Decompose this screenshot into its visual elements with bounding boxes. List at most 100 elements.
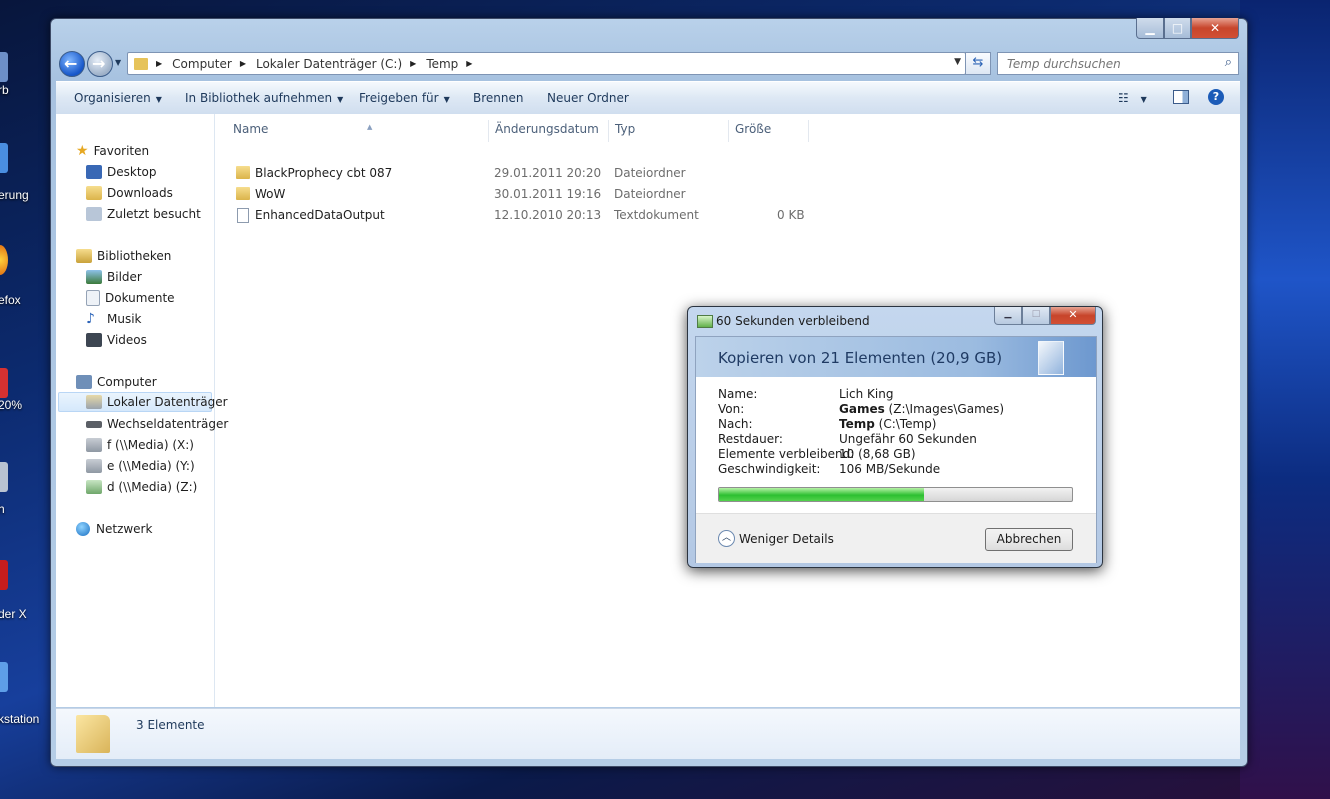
chevron-down-icon: ▼ [337, 95, 344, 104]
column-header-date[interactable]: Änderungsdatum [489, 120, 609, 142]
nav-label: Favoriten [93, 144, 150, 158]
items-left-label: Elemente verbleibend: [718, 447, 855, 461]
to-label: Nach: [718, 417, 753, 431]
nav-label: Desktop [107, 165, 157, 179]
nav-pictures[interactable]: Bilder [86, 267, 142, 287]
less-details-toggle[interactable]: ︿ Weniger Details [718, 530, 834, 547]
videos-icon [86, 333, 102, 347]
nav-drive-z[interactable]: d (\\Media) (Z:) [86, 477, 197, 497]
breadcrumb-temp[interactable]: Temp [426, 57, 458, 71]
column-header-name[interactable]: Name ▲ [227, 120, 489, 142]
nav-label: Lokaler Datenträger [107, 395, 228, 409]
nav-computer[interactable]: Computer [76, 372, 157, 392]
file-date: 29.01.2011 20:20 [494, 166, 602, 180]
app-icon [0, 662, 8, 692]
nav-drive-x[interactable]: f (\\Media) (X:) [86, 435, 194, 455]
from-value[interactable]: Games (Z:\Images\Games) [839, 402, 1004, 416]
dialog-body: Kopieren von 21 Elementen (20,9 GB) Name… [695, 336, 1097, 563]
burn-button[interactable]: Brennen [473, 91, 523, 105]
file-row[interactable]: BlackProphecy cbt 087 29.01.2011 20:20 D… [231, 163, 821, 183]
nav-desktop[interactable]: Desktop [86, 162, 157, 182]
chevron-right-icon[interactable]: ▶ [466, 59, 472, 68]
address-dropdown-icon[interactable]: ▼ [954, 57, 961, 67]
nav-label: Bilder [107, 270, 142, 284]
address-bar[interactable]: ▶ Computer ▶ Lokaler Datenträger (C:) ▶ … [127, 52, 966, 75]
desktop-icon[interactable]: rb [0, 52, 48, 152]
recent-places-icon [86, 207, 102, 221]
desktop-icon[interactable]: efox [0, 245, 48, 345]
to-value[interactable]: Temp (C:\Temp) [839, 417, 936, 431]
preview-pane-icon[interactable] [1173, 90, 1189, 104]
remaining-time-label: Restdauer: [718, 432, 783, 446]
dialog-footer: ︿ Weniger Details Abbrechen [696, 513, 1096, 563]
column-header-type[interactable]: Typ [609, 120, 729, 142]
refresh-button[interactable]: ⇆ [965, 52, 991, 75]
nav-label: Dokumente [105, 291, 175, 305]
copy-progress-bar [718, 487, 1073, 502]
organize-label: Organisieren [74, 91, 151, 105]
file-row[interactable]: WoW 30.01.2011 19:16 Dateiordner [231, 184, 821, 204]
dialog-minimize-button[interactable]: ▁ [994, 307, 1022, 325]
cancel-button[interactable]: Abbrechen [985, 528, 1073, 551]
app-icon [0, 560, 8, 590]
network-drive-disconnected-icon [86, 438, 102, 452]
new-folder-button[interactable]: Neuer Ordner [547, 91, 629, 105]
desktop-icon[interactable]: erung [0, 143, 48, 243]
nav-network[interactable]: Netzwerk [76, 519, 152, 539]
copy-icon [697, 315, 713, 328]
close-icon: ✕ [1209, 21, 1221, 35]
close-button[interactable]: ✕ [1191, 18, 1239, 39]
share-menu[interactable]: Freigeben für ▼ [359, 91, 450, 105]
caption-buttons: ▁ □ ✕ [1136, 18, 1239, 39]
forward-button[interactable]: → [87, 51, 113, 77]
music-icon: ♪ [86, 311, 95, 327]
firefox-icon [0, 245, 8, 275]
column-label: Name [233, 122, 269, 136]
desktop-icon[interactable]: der X [0, 560, 48, 660]
nav-label: d (\\Media) (Z:) [107, 480, 198, 494]
search-input[interactable] [1005, 56, 1209, 72]
downloads-icon [86, 186, 102, 200]
nav-favorites[interactable]: ★ Favoriten [76, 141, 149, 161]
column-label: Änderungsdatum [495, 122, 599, 136]
desktop-icon-label: der X [0, 607, 27, 621]
desktop-icon[interactable]: 20% [0, 368, 48, 468]
dialog-caption-buttons: ▁ □ ✕ [994, 307, 1096, 325]
chevron-right-icon[interactable]: ▶ [240, 59, 246, 68]
minimize-icon: ▁ [1004, 309, 1012, 319]
column-header-size[interactable]: Größe [729, 120, 809, 142]
back-button[interactable]: ← [59, 51, 85, 77]
view-options-button[interactable]: ☷ ▼ [1118, 91, 1147, 105]
nav-recent[interactable]: Zuletzt besucht [86, 204, 201, 224]
file-row[interactable]: EnhancedDataOutput 12.10.2010 20:13 Text… [231, 205, 821, 225]
search-icon[interactable]: ⌕ [1225, 55, 1232, 70]
nav-libraries[interactable]: Bibliotheken [76, 246, 171, 266]
nav-videos[interactable]: Videos [86, 330, 147, 350]
help-icon[interactable]: ? [1208, 89, 1224, 105]
app-icon [0, 143, 8, 173]
nav-drive-y[interactable]: e (\\Media) (Y:) [86, 456, 195, 476]
folder-icon [76, 715, 110, 753]
maximize-button[interactable]: □ [1164, 18, 1191, 39]
desktop-icon-label: rb [0, 83, 9, 97]
recent-pages-dropdown[interactable]: ▼ [115, 58, 121, 67]
items-left-value: 10 (8,68 GB) [839, 447, 916, 461]
breadcrumb-computer[interactable]: Computer [172, 57, 232, 71]
minimize-button[interactable]: ▁ [1136, 18, 1164, 39]
desktop-icon[interactable]: h [0, 462, 48, 562]
breadcrumb-local-disk[interactable]: Lokaler Datenträger (C:) [256, 57, 402, 71]
dialog-close-button[interactable]: ✕ [1050, 307, 1096, 325]
chevron-right-icon[interactable]: ▶ [410, 59, 416, 68]
nav-removable[interactable]: Wechseldatenträger [86, 414, 228, 434]
search-box[interactable]: ⌕ [997, 52, 1239, 75]
nav-documents[interactable]: Dokumente [86, 288, 175, 308]
less-details-label: Weniger Details [739, 531, 834, 546]
chevron-right-icon[interactable]: ▶ [156, 59, 162, 68]
include-library-menu[interactable]: In Bibliothek aufnehmen ▼ [185, 91, 343, 105]
organize-menu[interactable]: Organisieren ▼ [74, 91, 162, 105]
desktop-icon[interactable]: kstation [0, 662, 48, 762]
nav-music[interactable]: ♪ Musik [86, 309, 142, 329]
dialog-heading: Kopieren von 21 Elementen (20,9 GB) [718, 349, 1003, 367]
nav-downloads[interactable]: Downloads [86, 183, 173, 203]
nav-local-disk[interactable]: Lokaler Datenträger [58, 392, 228, 412]
